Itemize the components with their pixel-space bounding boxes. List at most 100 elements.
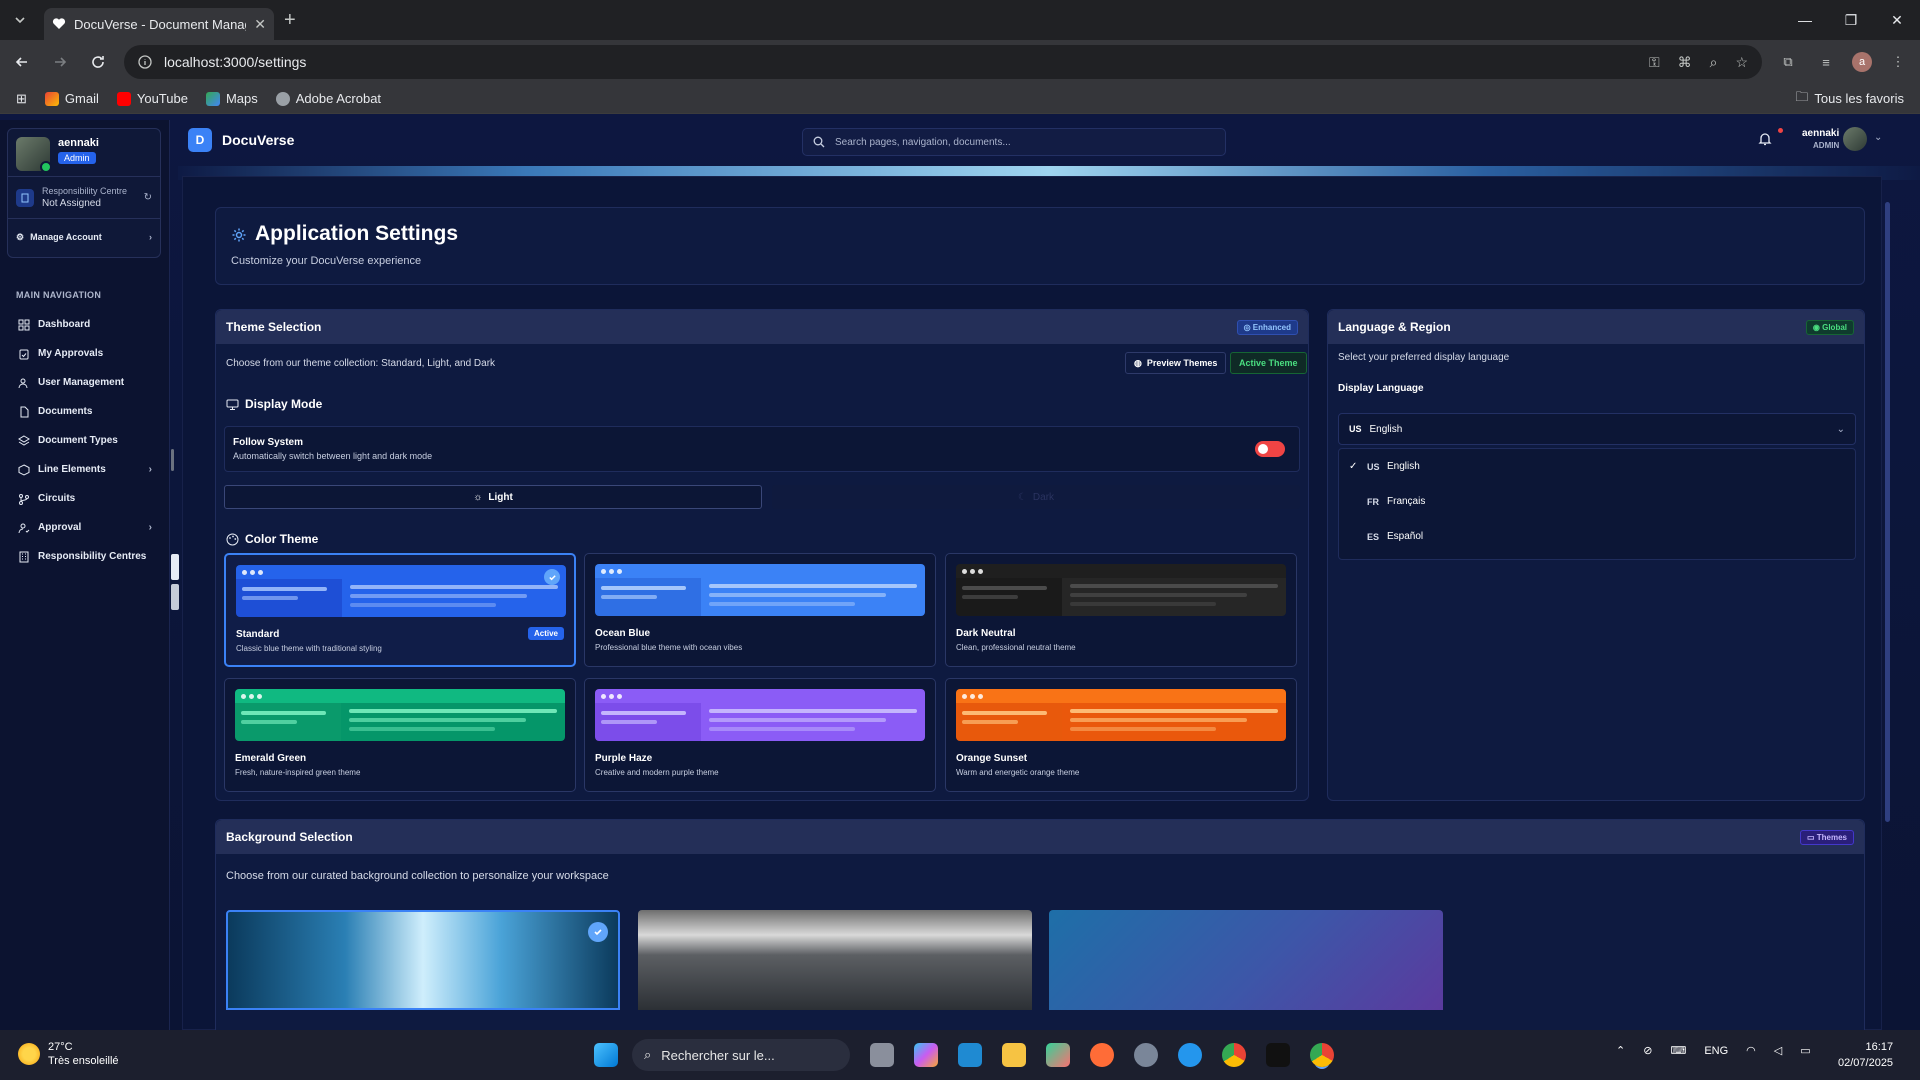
mode-dark-button[interactable]: ☾ Dark	[772, 485, 1300, 509]
bookmark-star-icon[interactable]: ☆	[1735, 54, 1748, 71]
vscode-icon[interactable]	[958, 1043, 982, 1067]
theme-desc: Creative and modern purple theme	[595, 768, 719, 777]
chevron-down-icon[interactable]: ⌄	[1874, 132, 1882, 143]
app-root: aennaki Admin Responsibility Centre Not …	[0, 114, 1920, 1030]
background-option-1[interactable]	[226, 910, 620, 1010]
theme-card[interactable]: Purple Haze Creative and modern purple th…	[584, 678, 936, 792]
volume-icon[interactable]: ◁	[1774, 1044, 1782, 1057]
battery-icon[interactable]: ▭	[1800, 1044, 1810, 1057]
language-option-en[interactable]: ✓ US English	[1339, 449, 1855, 484]
apps-grid-icon[interactable]: ⊞	[16, 91, 27, 107]
language-option-fr[interactable]: FR Français	[1339, 484, 1855, 519]
minimize-icon[interactable]: —	[1782, 0, 1828, 40]
sidebar-item-circuits[interactable]: Circuits	[10, 484, 160, 513]
taskbar-apps	[870, 1043, 1334, 1067]
theme-card[interactable]: Standard Classic blue theme with traditio…	[224, 553, 576, 667]
bookmark-maps[interactable]: Maps	[205, 91, 258, 106]
brand-name: DocuVerse	[222, 132, 295, 148]
sidebar-item-my-approvals[interactable]: My Approvals	[10, 339, 160, 368]
theme-card[interactable]: Orange Sunset Warm and energetic orange t…	[945, 678, 1297, 792]
app-logo[interactable]: D	[188, 128, 212, 152]
sidebar-scroll-handle[interactable]	[171, 554, 179, 580]
topbar-user[interactable]: aennaki ADMIN	[1802, 128, 1839, 152]
sidebar-resize-handle[interactable]	[171, 449, 174, 471]
keyboard-icon[interactable]: ⌨	[1670, 1044, 1686, 1057]
sidebar-scroll-handle-2[interactable]	[171, 584, 179, 610]
sidebar-item-approval[interactable]: Approval ›	[10, 513, 160, 542]
system-clock[interactable]: 16:17 02/07/2025	[1838, 1039, 1893, 1071]
tab-search-chevron-icon[interactable]	[6, 6, 34, 34]
active-theme-button[interactable]: Active Theme	[1230, 352, 1307, 374]
terminal-icon[interactable]	[1266, 1043, 1290, 1067]
preview-themes-button[interactable]: ◍ Preview Themes	[1125, 352, 1227, 374]
monitor-icon	[226, 399, 239, 410]
sidebar-item-user-management[interactable]: User Management	[10, 368, 160, 397]
settings-icon[interactable]	[1134, 1043, 1158, 1067]
extensions-icon[interactable]: ⧉	[1776, 50, 1800, 74]
sidebar-item-responsibility-centres[interactable]: Responsibility Centres	[10, 542, 160, 571]
bookmark-youtube[interactable]: YouTube	[116, 91, 188, 106]
input-language[interactable]: ENG	[1704, 1045, 1728, 1057]
close-tab-icon[interactable]: ✕	[254, 16, 266, 33]
close-window-icon[interactable]: ✕	[1874, 0, 1920, 40]
network-off-icon[interactable]: ⊘	[1643, 1044, 1652, 1057]
file-explorer-icon[interactable]	[1002, 1043, 1026, 1067]
sidebar-item-dashboard[interactable]: Dashboard	[10, 310, 160, 339]
search-input[interactable]: Search pages, navigation, documents...	[802, 128, 1226, 156]
theme-card[interactable]: Emerald Green Fresh, nature-inspired gree…	[224, 678, 576, 792]
translate-icon[interactable]: ⌘	[1678, 54, 1692, 71]
display-language-label: Display Language	[1338, 383, 1424, 394]
reload-icon[interactable]	[86, 50, 110, 74]
background-selection-panel: Background Selection ▭ Themes Choose fro…	[215, 819, 1865, 1030]
chrome-active-icon[interactable]	[1310, 1043, 1334, 1067]
site-info-icon[interactable]	[138, 55, 152, 69]
forward-arrow-icon[interactable]	[48, 50, 72, 74]
tab-title: DocuVerse - Document Management	[74, 16, 246, 32]
weather-widget[interactable]: 27°C Très ensoleillé	[18, 1040, 119, 1068]
chrome-icon[interactable]	[1222, 1043, 1246, 1067]
bookmark-gmail[interactable]: Gmail	[44, 91, 99, 106]
restore-icon[interactable]: ❐	[1828, 0, 1874, 40]
copilot-icon[interactable]	[914, 1043, 938, 1067]
windows-start-icon[interactable]	[594, 1043, 618, 1067]
display-language-select[interactable]: US English ⌄	[1338, 413, 1856, 445]
profile-avatar[interactable]: a	[1852, 52, 1872, 72]
password-key-icon[interactable]: ⚿	[1649, 54, 1660, 71]
theme-card[interactable]: Ocean Blue Professional blue theme with o…	[584, 553, 936, 667]
follow-system-toggle[interactable]	[1255, 441, 1285, 457]
search-icon	[813, 136, 825, 148]
sidebar-item-line-elements[interactable]: Line Elements ›	[10, 455, 160, 484]
docker-icon[interactable]	[1178, 1043, 1202, 1067]
paint-icon[interactable]	[1046, 1043, 1070, 1067]
task-view-icon[interactable]	[870, 1043, 894, 1067]
refresh-icon[interactable]: ↻	[144, 192, 152, 203]
zoom-icon[interactable]: ⌕	[1710, 54, 1718, 71]
sidebar-item-document-types[interactable]: Document Types	[10, 426, 160, 455]
taskbar-search[interactable]: ⌕ Rechercher sur le...	[632, 1039, 850, 1071]
background-option-2[interactable]	[638, 910, 1032, 1010]
mode-light-button[interactable]: ☼ Light	[224, 485, 762, 509]
theme-card[interactable]: Dark Neutral Clean, professional neutral …	[945, 553, 1297, 667]
manage-account-button[interactable]: ⚙ Manage Account ›	[8, 219, 160, 255]
bookmark-acrobat[interactable]: Adobe Acrobat	[275, 91, 381, 106]
browser-menu-icon[interactable]: ⋮	[1886, 50, 1910, 74]
back-arrow-icon[interactable]	[10, 50, 34, 74]
avatar[interactable]	[16, 137, 52, 173]
browser-tab[interactable]: DocuVerse - Document Management ✕	[44, 8, 274, 40]
sidebar-item-documents[interactable]: Documents	[10, 397, 160, 426]
content-scrollbar[interactable]	[1885, 202, 1890, 822]
all-bookmarks[interactable]: 🗀 Tous les favoris	[1795, 88, 1904, 110]
gmail-icon	[44, 91, 59, 106]
url-input[interactable]: localhost:3000/settings ⚿ ⌘ ⌕ ☆	[124, 45, 1762, 79]
chevron-up-icon[interactable]: ⌃	[1616, 1044, 1625, 1057]
background-option-3[interactable]	[1049, 910, 1443, 1010]
postman-icon[interactable]	[1090, 1043, 1114, 1067]
media-queue-icon[interactable]: ≡	[1814, 50, 1838, 74]
youtube-icon	[116, 91, 131, 106]
new-tab-icon[interactable]: +	[284, 9, 296, 32]
bell-icon[interactable]	[1758, 132, 1772, 146]
language-option-es[interactable]: ES Español	[1339, 519, 1855, 554]
sidebar: aennaki Admin Responsibility Centre Not …	[0, 120, 170, 1030]
wifi-icon[interactable]: ◠	[1746, 1044, 1756, 1057]
avatar[interactable]	[1843, 127, 1867, 151]
